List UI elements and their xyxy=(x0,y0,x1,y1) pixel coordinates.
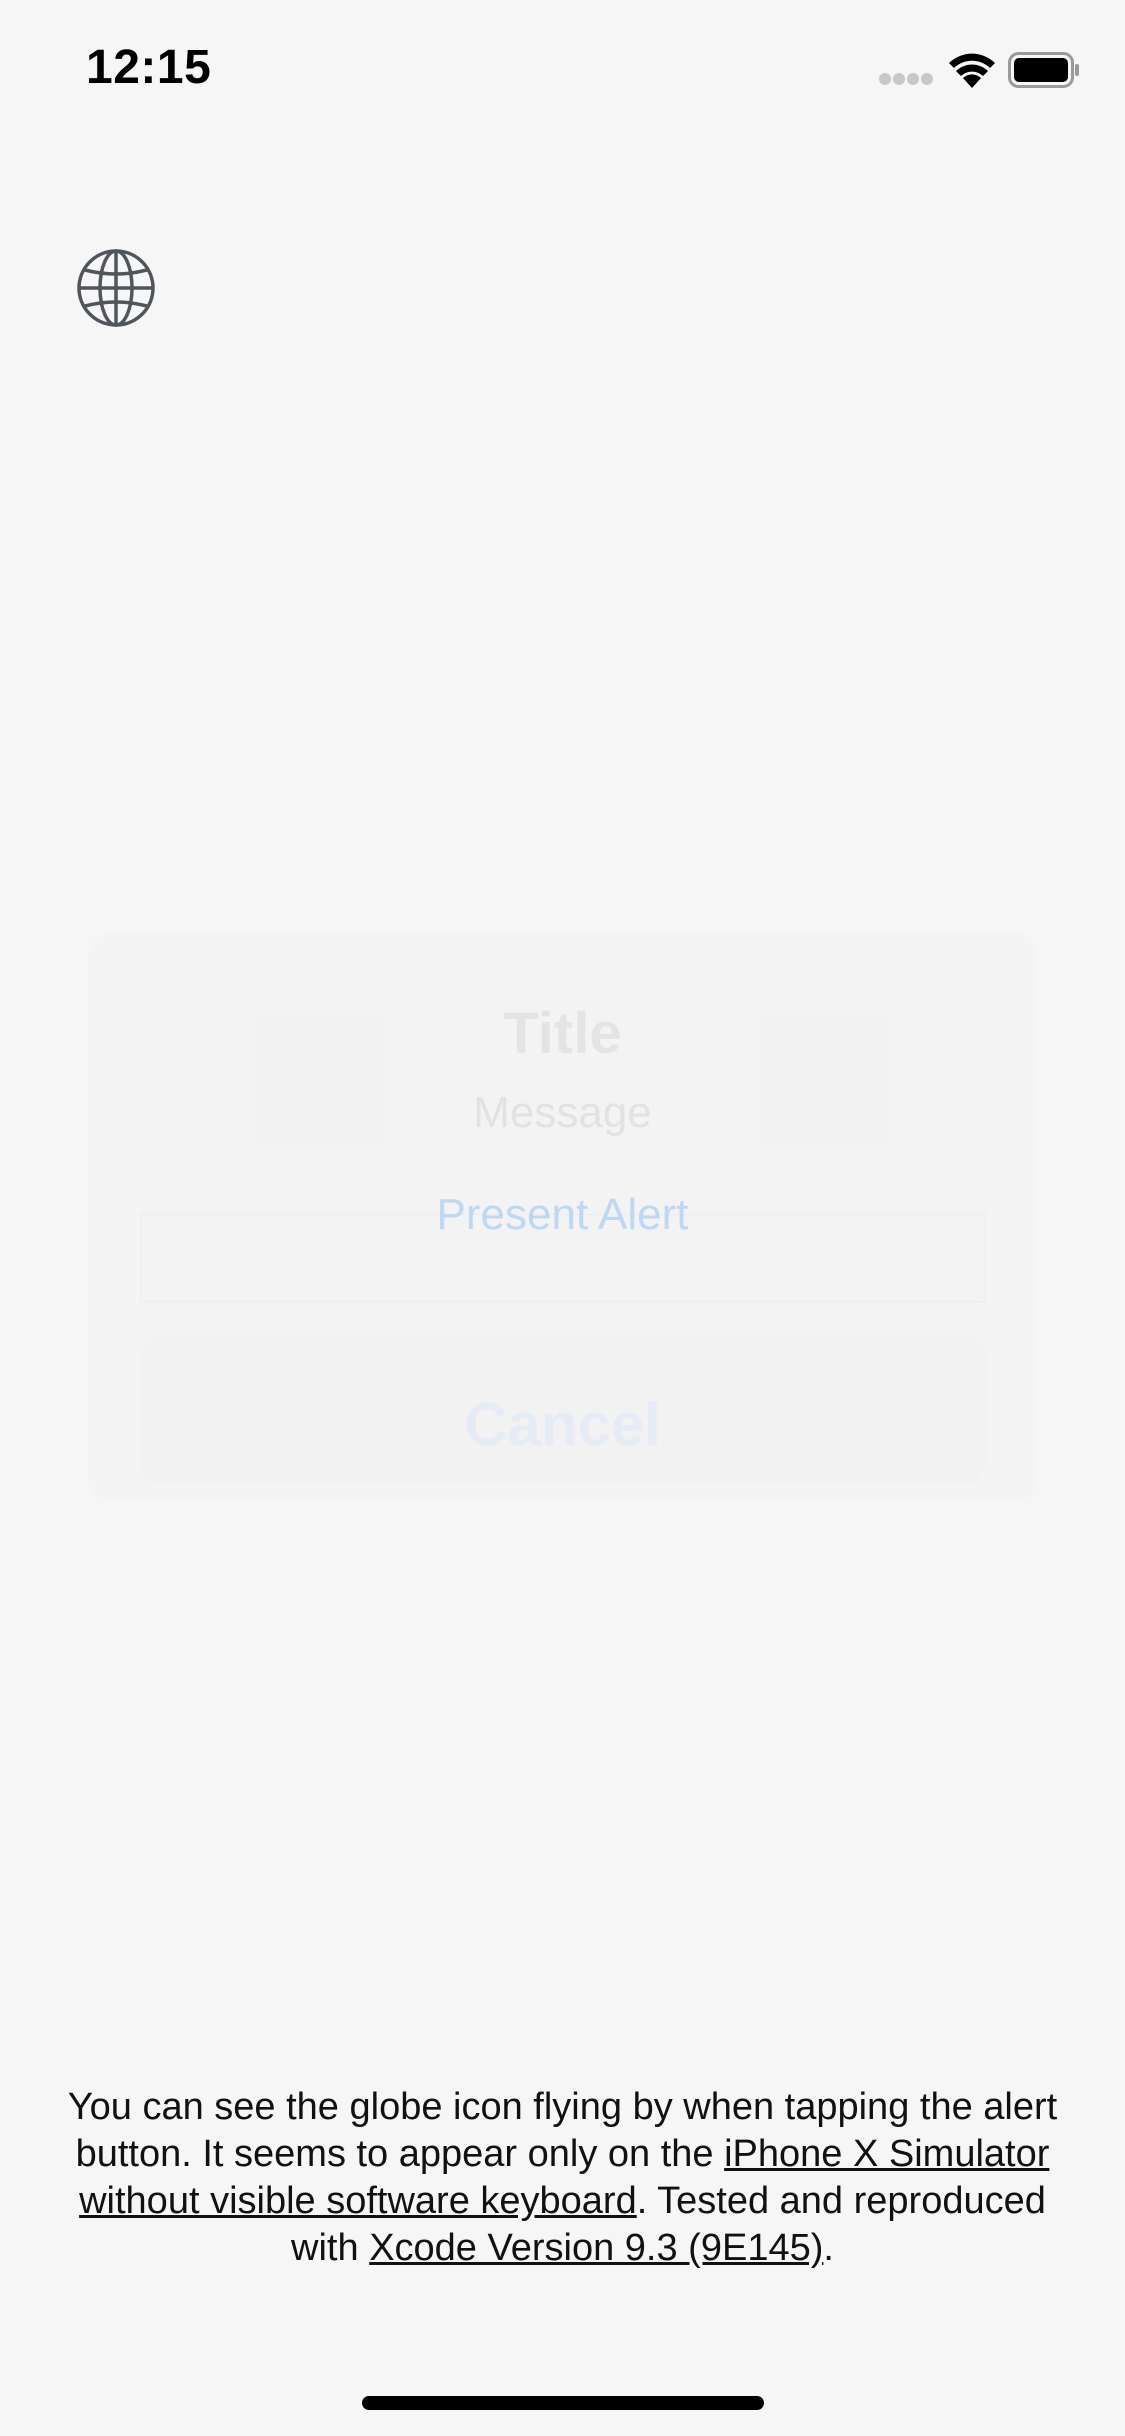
explanation-text: You can see the globe icon flying by whe… xyxy=(60,2084,1065,2272)
present-alert-button[interactable]: Present Alert xyxy=(0,1190,1125,1240)
globe-icon[interactable] xyxy=(76,248,156,328)
status-time: 12:15 xyxy=(86,41,212,94)
wifi-icon xyxy=(949,53,995,88)
explanation-part-3: . xyxy=(823,2227,834,2269)
signal-dots-icon xyxy=(879,73,933,85)
battery-icon xyxy=(1008,52,1079,88)
alert-title: Title xyxy=(503,1001,622,1066)
alert-message: Message xyxy=(473,1088,652,1137)
home-indicator[interactable] xyxy=(362,2396,764,2410)
xcode-version-link[interactable]: Xcode Version 9.3 (9E145) xyxy=(369,2227,823,2269)
cancel-button[interactable]: Cancel xyxy=(0,1390,1125,1459)
status-bar: 12:15 xyxy=(0,0,1125,132)
